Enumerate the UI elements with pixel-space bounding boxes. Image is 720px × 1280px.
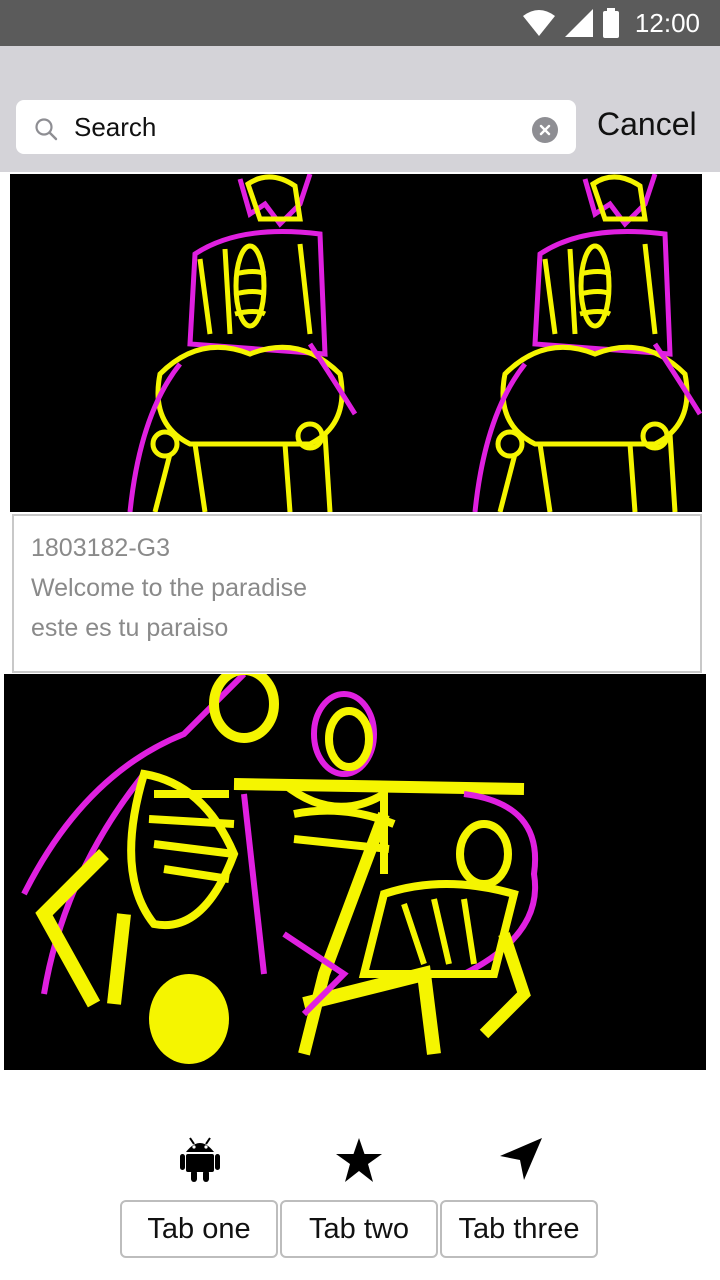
wifi-icon [522,10,555,36]
star-icon [336,1138,382,1182]
close-icon [539,124,551,136]
status-bar: 12:00 [0,0,720,46]
navigation-arrow-icon [500,1138,542,1180]
status-time: 12:00 [634,7,700,38]
cancel-button[interactable]: Cancel [597,106,697,143]
search-header: Cancel [0,46,720,172]
battery-icon [602,8,619,38]
search-box[interactable] [16,100,576,154]
android-icon [180,1137,220,1182]
clear-search-button[interactable] [532,117,558,143]
skeleton-group-artwork [21,674,539,1064]
tab-two-button[interactable]: Tab two [280,1200,438,1258]
tab-bar: Tab one Tab two Tab three [0,1072,720,1280]
post-card[interactable]: 1803182-G3 Welcome to the paradise este … [12,514,702,673]
search-input[interactable] [74,108,514,146]
signal-icon [564,9,593,37]
post-code: 1803182-G3 [31,534,171,562]
skeleton-artwork [127,174,702,512]
tab-three-button[interactable]: Tab three [440,1200,598,1258]
search-icon [35,118,58,141]
post-title: Welcome to the paradise [31,574,308,602]
artwork-image-bottom[interactable] [4,674,706,1070]
post-subtitle: este es tu paraiso [31,614,229,642]
artwork-image-top[interactable] [10,174,702,512]
tab-one-button[interactable]: Tab one [120,1200,278,1258]
